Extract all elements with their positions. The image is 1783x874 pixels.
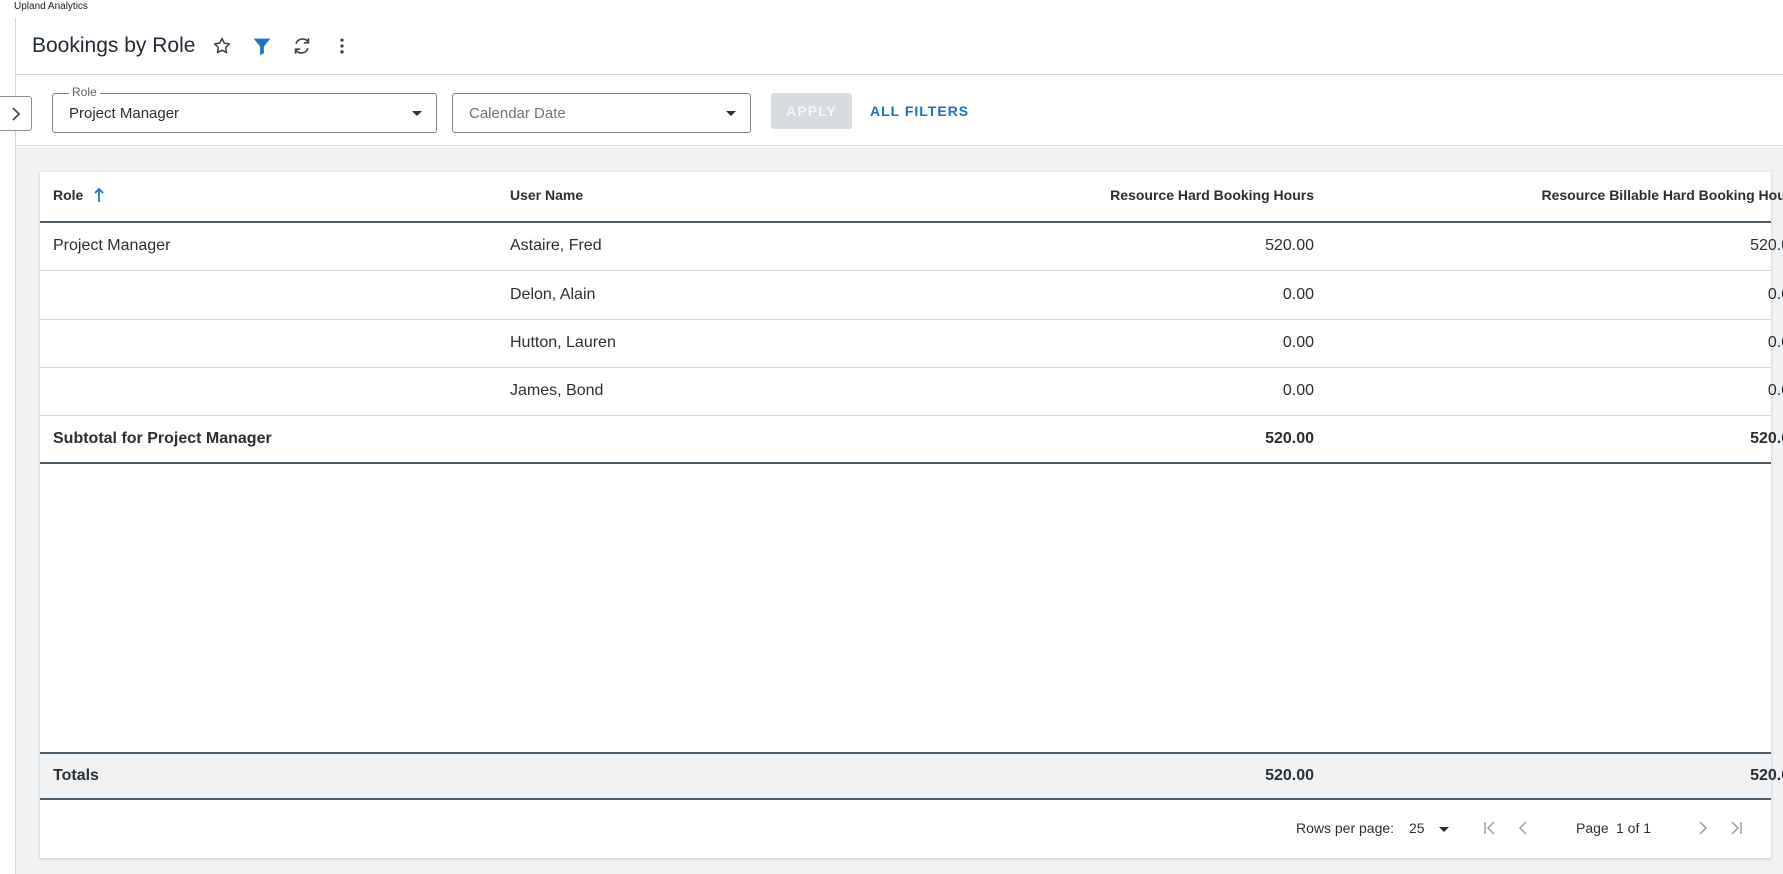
- page-info: 1 of 1: [1616, 820, 1652, 836]
- cell-hard-hours: 520.00: [1265, 237, 1314, 254]
- cell-role: Project Manager: [53, 237, 171, 254]
- role-select-label: Role: [69, 85, 100, 99]
- report-header: Bookings by Role: [16, 18, 1783, 75]
- calendar-date-placeholder: Calendar Date: [469, 105, 566, 122]
- more-vert-icon[interactable]: [326, 30, 358, 62]
- expand-panel-button[interactable]: [0, 96, 32, 131]
- cell-billable-hours: 0.00: [1767, 382, 1783, 399]
- dropdown-arrow-icon: [412, 111, 422, 116]
- table-row: Project Manager Astaire, Fred 520.00 520…: [40, 223, 1783, 271]
- table-header: Role User Name Resource Hard Booking Hou…: [40, 172, 1783, 223]
- cell-billable-hours: 0.00: [1767, 334, 1783, 351]
- totals-row: Totals 520.00 520.00: [40, 752, 1783, 800]
- subtotal-label: Subtotal for Project Manager: [53, 430, 272, 447]
- table-row: Delon, Alain 0.00 0.00: [40, 272, 1783, 320]
- cell-hard-hours: 0.00: [1282, 382, 1314, 399]
- subtotal-billable-hours: 520.00: [1750, 430, 1783, 447]
- previous-page-icon[interactable]: [1511, 816, 1535, 840]
- column-header-role[interactable]: Role: [53, 187, 105, 203]
- cell-user-name: Astaire, Fred: [510, 237, 602, 254]
- calendar-date-select[interactable]: Calendar Date: [452, 93, 751, 133]
- cell-user-name: James, Bond: [510, 382, 604, 399]
- rows-per-page-select[interactable]: 25: [1409, 818, 1453, 840]
- column-header-role-label: Role: [53, 187, 84, 203]
- totals-hard-hours: 520.00: [1265, 767, 1314, 784]
- rows-per-page-label: Rows per page:: [1296, 820, 1395, 836]
- last-page-icon[interactable]: [1724, 816, 1748, 840]
- apply-button[interactable]: APPLY: [771, 93, 852, 129]
- cell-hard-hours: 0.00: [1282, 286, 1314, 303]
- pagination: Rows per page: 25 Page 1 of 1: [40, 800, 1771, 858]
- cell-hard-hours: 0.00: [1282, 334, 1314, 351]
- table-row: Hutton, Lauren 0.00 0.00: [40, 320, 1783, 368]
- dropdown-arrow-icon: [726, 111, 736, 116]
- subtotal-row: Subtotal for Project Manager 520.00 520.…: [40, 416, 1783, 464]
- all-filters-button[interactable]: ALL FILTERS: [870, 93, 969, 129]
- cell-billable-hours: 0.00: [1767, 286, 1783, 303]
- app-name: Upland Analytics: [14, 1, 88, 12]
- table-row: James, Bond 0.00 0.00: [40, 368, 1783, 416]
- dropdown-arrow-icon: [1439, 827, 1449, 832]
- page-title: Bookings by Role: [32, 34, 196, 57]
- page-label: Page: [1576, 820, 1609, 836]
- role-select[interactable]: Role Project Manager: [52, 85, 437, 133]
- totals-label: Totals: [53, 767, 99, 784]
- chevron-right-icon: [11, 106, 20, 121]
- column-header-billable-hard-booking-hours[interactable]: Resource Billable Hard Booking Hours: [1280, 187, 1783, 203]
- first-page-icon[interactable]: [1478, 816, 1502, 840]
- report-table: Role User Name Resource Hard Booking Hou…: [40, 172, 1783, 858]
- rows-per-page-value: 25: [1409, 820, 1425, 836]
- column-header-user-name[interactable]: User Name: [510, 187, 583, 203]
- column-header-hard-booking-hours[interactable]: Resource Hard Booking Hours: [820, 187, 1314, 203]
- cell-user-name: Delon, Alain: [510, 286, 596, 303]
- subtotal-hard-hours: 520.00: [1265, 430, 1314, 447]
- star-icon[interactable]: [206, 30, 238, 62]
- sort-ascending-icon: [94, 187, 104, 202]
- next-page-icon[interactable]: [1691, 816, 1715, 840]
- role-select-value: Project Manager: [69, 105, 180, 122]
- cell-billable-hours: 520.00: [1750, 237, 1783, 254]
- refresh-icon[interactable]: [286, 30, 318, 62]
- filter-icon[interactable]: [246, 30, 278, 62]
- cell-user-name: Hutton, Lauren: [510, 334, 616, 351]
- totals-billable-hours: 520.00: [1750, 767, 1783, 784]
